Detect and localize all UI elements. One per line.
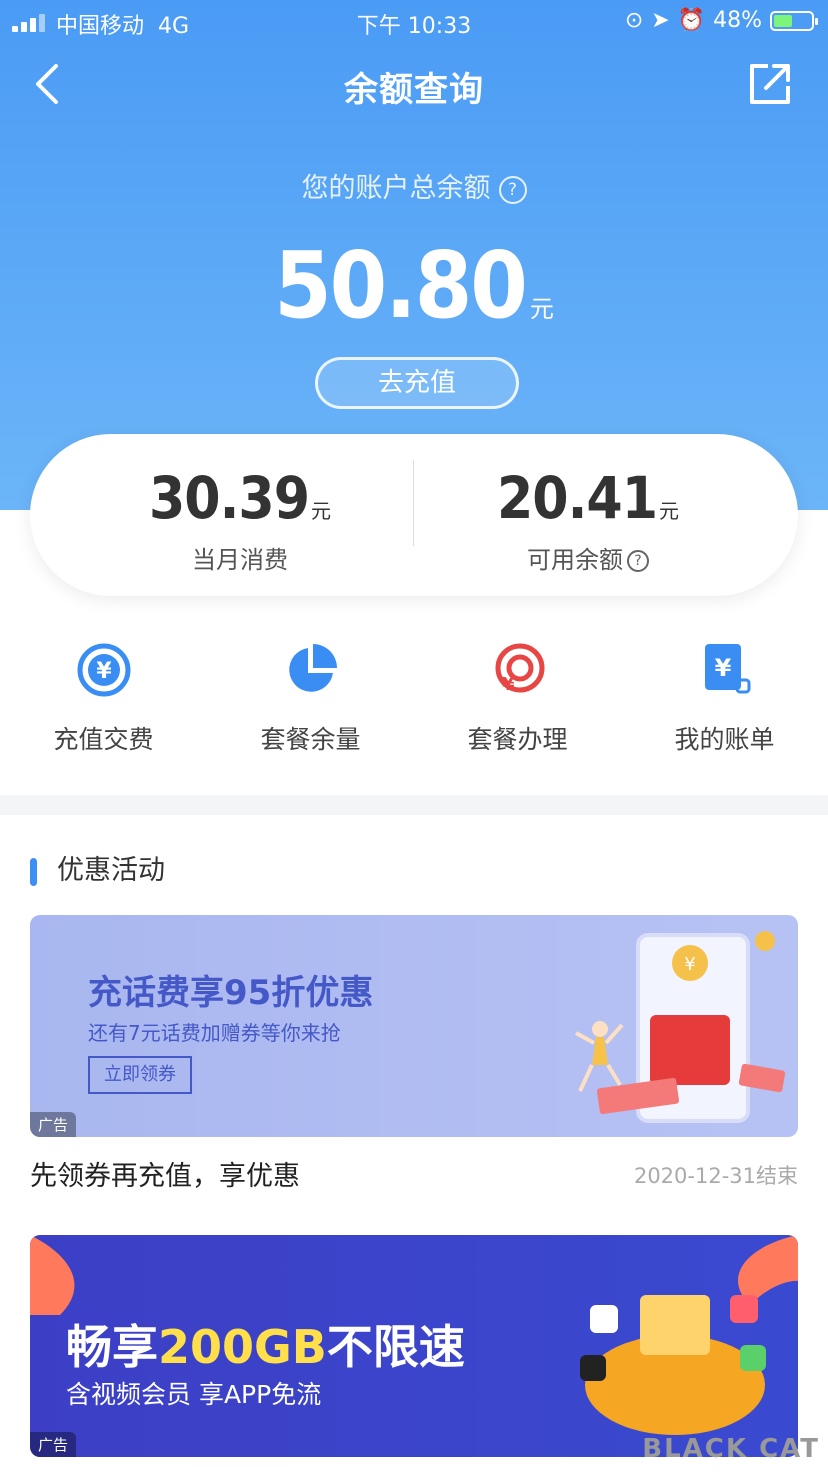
promo-title[interactable]: 先领券再充值，享优惠 — [30, 1154, 300, 1193]
banner-subtitle: 还有7元话费加赠券等你来抢 — [88, 1021, 341, 1045]
battery-percent: 48% — [713, 8, 762, 33]
watermark: BLACK CAT — [642, 1434, 820, 1464]
section-accent-bar — [30, 857, 37, 886]
promo-end-date: 2020-12-31结束 — [633, 1164, 798, 1188]
section-separator — [0, 795, 828, 815]
battery-icon — [770, 10, 818, 31]
total-balance-label: 您的账户总余额? — [0, 166, 828, 205]
help-icon[interactable]: ? — [498, 175, 527, 204]
svg-text:¥: ¥ — [684, 954, 695, 975]
package-icon: ¥ — [495, 643, 544, 695]
page-title: 余额查询 — [344, 70, 484, 110]
svg-text:¥: ¥ — [502, 674, 515, 695]
shortcut-recharge[interactable]: ¥ 充值交费 — [0, 640, 207, 756]
balance-summary-card: 30.39 元 当月消费 20.41 元 可用余额? — [30, 434, 798, 596]
shortcut-package-remaining[interactable]: 套餐余量 — [207, 640, 414, 756]
help-icon[interactable]: ? — [627, 550, 649, 572]
share-icon[interactable] — [748, 62, 792, 106]
status-right: ⊙ ➤ ⏰ 48% — [624, 8, 818, 33]
section-title: 优惠活动 — [30, 848, 165, 887]
svg-text:¥: ¥ — [96, 659, 112, 684]
alarm-icon: ⏰ — [677, 8, 706, 33]
ad-tag: 广告 — [30, 1112, 77, 1137]
app-icons-illustration — [580, 1295, 766, 1435]
ad-tag: 广告 — [30, 1432, 77, 1457]
yuan-circle-icon: ¥ — [77, 643, 130, 697]
banner-title: 畅享200GB不限速 — [66, 1320, 465, 1374]
banner-title: 充话费享95折优惠 — [88, 973, 374, 1013]
promo-banner-data[interactable]: 畅享200GB不限速 含视频会员 享APP免流 广告 — [30, 1235, 798, 1457]
total-balance: 50.80 元 — [274, 232, 554, 339]
available-balance[interactable]: 20.41 元 可用余额? — [396, 464, 780, 575]
pie-icon — [288, 644, 337, 692]
promo-banner-recharge[interactable]: 充话费享95折优惠 还有7元话费加赠券等你来抢 立即领券 ¥ 广告 — [30, 915, 798, 1137]
monthly-spend[interactable]: 30.39 元 当月消费 — [48, 464, 432, 575]
phone-red-packet-illustration: ¥ — [575, 931, 786, 1123]
banner-subtitle: 含视频会员 享APP免流 — [66, 1380, 322, 1409]
rotation-lock-icon: ⊙ — [624, 8, 644, 33]
nav-bar: 余额查询 — [0, 44, 828, 124]
location-icon: ➤ — [651, 8, 670, 33]
shortcut-my-bill[interactable]: ¥ 我的账单 — [621, 640, 828, 756]
shortcut-package-order[interactable]: ¥ 套餐办理 — [414, 640, 621, 756]
svg-text:¥: ¥ — [714, 654, 731, 682]
shortcut-grid: ¥ 充值交费 套餐余量 ¥ 套餐办理 ¥ 我的账单 — [0, 640, 828, 770]
status-bar: 中国移动 4G 下午 10:33 ⊙ ➤ ⏰ 48% — [0, 0, 828, 44]
bill-icon: ¥ — [704, 644, 750, 694]
recharge-button[interactable]: 去充值 — [315, 357, 519, 409]
claim-coupon-button[interactable]: 立即领券 — [88, 1056, 192, 1094]
